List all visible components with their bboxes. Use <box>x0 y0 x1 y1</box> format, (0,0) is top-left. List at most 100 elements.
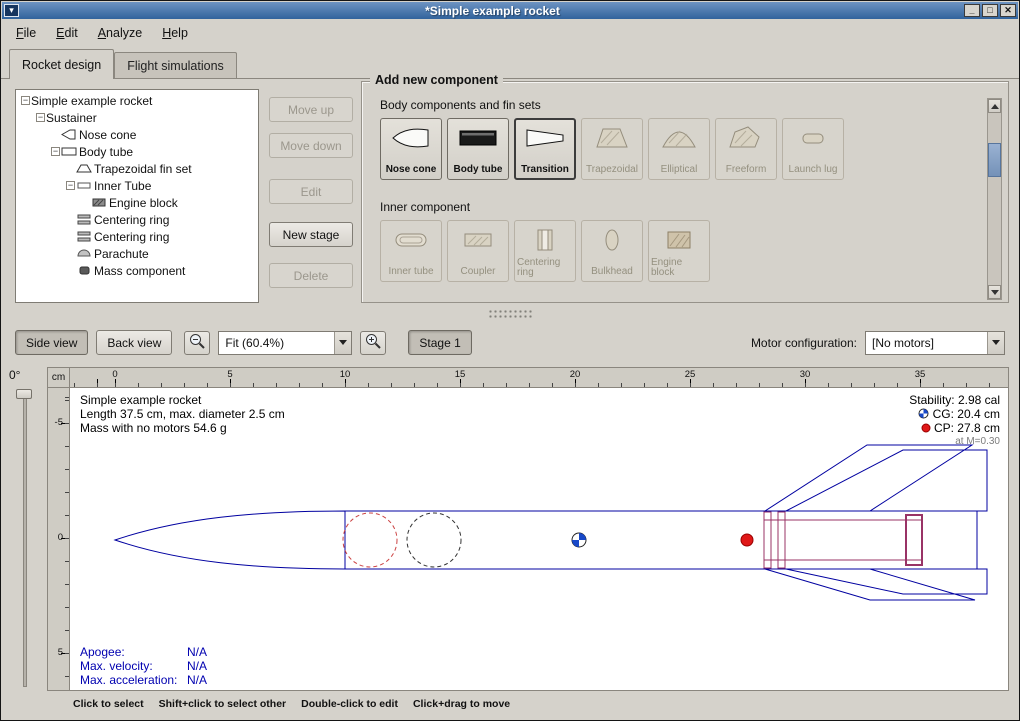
expander-minus-icon[interactable] <box>66 181 75 190</box>
titlebar[interactable]: ▾ *Simple example rocket _ □ ✕ <box>2 2 1018 19</box>
rocket-canvas[interactable]: Simple example rocket Length 37.5 cm, ma… <box>70 388 1008 690</box>
add-inner-tube-button[interactable]: Inner tube <box>380 220 442 282</box>
add-launch-lug-button[interactable]: Launch lug <box>782 118 844 180</box>
add-trapezoidal-fin-button[interactable]: Trapezoidal <box>581 118 643 180</box>
delete-button[interactable]: Delete <box>269 263 353 288</box>
tree-item-nose-cone[interactable]: Nose cone <box>16 126 258 143</box>
coupler-icon <box>458 227 498 258</box>
zoom-select[interactable]: Fit (60.4%) <box>218 331 352 355</box>
zoom-out-button[interactable] <box>184 331 210 355</box>
zoom-in-icon <box>364 332 382 353</box>
edit-button[interactable]: Edit <box>269 179 353 204</box>
back-view-button[interactable]: Back view <box>96 330 172 355</box>
body-components-label: Body components and fin sets <box>380 98 541 112</box>
fin-set-icon <box>76 163 94 175</box>
add-bulkhead-button[interactable]: Bulkhead <box>581 220 643 282</box>
menu-analyze[interactable]: Analyze <box>90 23 150 43</box>
inner-component-label: Inner component <box>380 200 470 214</box>
ruler-unit-label: cm <box>48 368 70 388</box>
body-component-buttons: Nose cone Body tube Transition Trapezoid… <box>380 118 844 180</box>
add-transition-button[interactable]: Transition <box>514 118 576 180</box>
menu-file[interactable]: File <box>8 23 44 43</box>
statusbar: Click to select Shift+click to select ot… <box>1 695 1019 712</box>
max-acceleration-value: N/A <box>187 673 207 687</box>
component-scrollbar[interactable] <box>987 98 1002 300</box>
centering-ring-icon <box>76 231 94 243</box>
body-tube-icon <box>458 125 498 156</box>
engine-block-icon <box>659 227 699 258</box>
motor-configuration-label: Motor configuration: <box>751 336 857 350</box>
tree-item-inner-tube[interactable]: Inner Tube <box>16 177 258 194</box>
add-coupler-button[interactable]: Coupler <box>447 220 509 282</box>
tree-item-mass-component[interactable]: Mass component <box>16 262 258 279</box>
add-nose-cone-button[interactable]: Nose cone <box>380 118 442 180</box>
centering-ring-icon <box>525 227 565 258</box>
tree-item-centering-ring-2[interactable]: Centering ring <box>16 228 258 245</box>
move-up-button[interactable]: Move up <box>269 97 353 122</box>
expander-minus-icon[interactable] <box>51 147 60 156</box>
horizontal-ruler: 0 5 10 15 20 25 30 35 <box>70 368 1008 388</box>
side-view-button[interactable]: Side view <box>15 330 88 355</box>
move-down-button[interactable]: Move down <box>269 133 353 158</box>
add-freeform-fin-button[interactable]: Freeform <box>715 118 777 180</box>
tree-item-sustainer[interactable]: Sustainer <box>16 109 258 126</box>
component-tree[interactable]: Simple example rocket Sustainer Nose con… <box>15 89 259 303</box>
scroll-up-arrow[interactable] <box>988 99 1001 113</box>
tree-item-centering-ring-1[interactable]: Centering ring <box>16 211 258 228</box>
rotation-slider-handle[interactable] <box>16 389 32 399</box>
tree-item-root[interactable]: Simple example rocket <box>16 92 258 109</box>
max-acceleration-label: Max. acceleration: <box>80 673 187 687</box>
add-elliptical-fin-button[interactable]: Elliptical <box>648 118 710 180</box>
hint-click-drag: Click+drag to move <box>413 698 510 710</box>
minimize-button[interactable]: _ <box>964 4 980 17</box>
flight-info-block: Apogee:N/A Max. velocity:N/A Max. accele… <box>80 645 207 687</box>
cp-icon <box>921 423 931 433</box>
rotation-slider-track[interactable] <box>23 391 27 687</box>
transition-icon <box>525 125 565 156</box>
inner-tube-icon <box>76 180 94 192</box>
trapezoidal-fin-icon <box>592 125 632 156</box>
rocket-view-panel: cm 0 5 10 15 20 25 30 35 -5 0 5 <box>47 367 1009 691</box>
add-centering-ring-button[interactable]: Centering ring <box>514 220 576 282</box>
tab-flight-simulations[interactable]: Flight simulations <box>114 52 237 78</box>
expander-minus-icon[interactable] <box>21 96 30 105</box>
apogee-value: N/A <box>187 645 207 659</box>
rocket-dimensions: Length 37.5 cm, max. diameter 2.5 cm <box>80 407 285 421</box>
cg-icon <box>918 408 929 419</box>
freeform-fin-icon <box>726 125 766 156</box>
maximize-button[interactable]: □ <box>982 4 998 17</box>
hint-click-to-select: Click to select <box>73 698 144 710</box>
cp-value: CP: 27.8 cm <box>934 421 1000 435</box>
menu-help[interactable]: Help <box>154 23 196 43</box>
splitter-handle[interactable] <box>488 309 534 319</box>
tree-item-body-tube[interactable]: Body tube <box>16 143 258 160</box>
window-menu-icon[interactable]: ▾ <box>4 4 19 17</box>
zoom-in-button[interactable] <box>360 331 386 355</box>
add-engine-block-button[interactable]: Engine block <box>648 220 710 282</box>
close-button[interactable]: ✕ <box>1000 4 1016 17</box>
stability-block: Stability: 2.98 cal CG: 20.4 cm CP: 27.8… <box>909 393 1000 449</box>
elliptical-fin-icon <box>659 125 699 156</box>
tab-rocket-design[interactable]: Rocket design <box>9 49 114 79</box>
bulkhead-icon <box>592 227 632 258</box>
max-velocity-value: N/A <box>187 659 207 673</box>
cp-marker <box>741 534 753 546</box>
mass-component-icon <box>76 265 94 277</box>
inner-component-buttons: Inner tube Coupler Centering ring Bulkhe… <box>380 220 710 282</box>
stage-1-toggle[interactable]: Stage 1 <box>408 330 471 355</box>
add-component-title: Add new component <box>370 73 503 87</box>
menu-edit[interactable]: Edit <box>48 23 86 43</box>
expander-minus-icon[interactable] <box>36 113 45 122</box>
scroll-down-arrow[interactable] <box>988 285 1001 299</box>
new-stage-button[interactable]: New stage <box>269 222 353 247</box>
rocket-name: Simple example rocket <box>80 393 285 407</box>
tree-item-parachute[interactable]: Parachute <box>16 245 258 262</box>
menubar: File Edit Analyze Help <box>2 19 1018 46</box>
rocket-info-block: Simple example rocket Length 37.5 cm, ma… <box>80 393 285 435</box>
hint-double-click: Double-click to edit <box>301 698 398 710</box>
tree-item-engine-block[interactable]: Engine block <box>16 194 258 211</box>
tree-item-trapezoidal-fin-set[interactable]: Trapezoidal fin set <box>16 160 258 177</box>
motor-configuration-select[interactable]: [No motors] <box>865 331 1005 355</box>
scrollbar-thumb[interactable] <box>988 143 1001 177</box>
add-body-tube-button[interactable]: Body tube <box>447 118 509 180</box>
